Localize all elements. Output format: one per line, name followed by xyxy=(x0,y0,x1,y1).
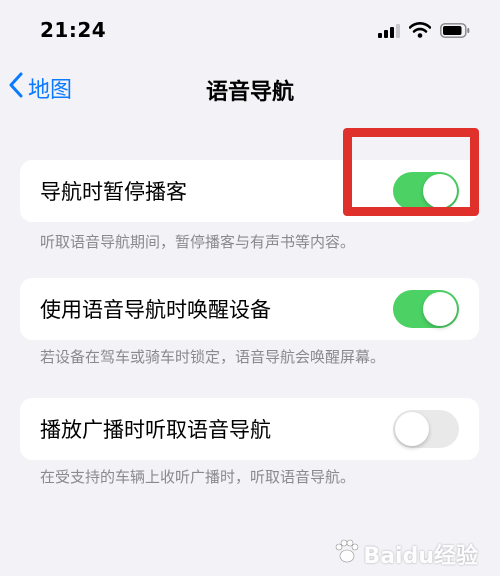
paw-icon xyxy=(333,539,359,569)
setting-label: 导航时暂停播客 xyxy=(40,180,187,204)
setting-label: 使用语音导航时唤醒设备 xyxy=(40,298,271,322)
battery-icon xyxy=(440,22,470,42)
highlight-annotation-box xyxy=(343,128,479,216)
status-bar: 21:24 xyxy=(0,0,500,62)
setting-note: 在受支持的车辆上收听广播时，听取语音导航。 xyxy=(40,468,356,486)
toggle-knob xyxy=(423,292,457,326)
wifi-icon xyxy=(408,22,432,42)
cellular-signal-icon xyxy=(378,23,400,42)
watermark-text: Baidu经验 xyxy=(363,544,478,569)
setting-row-wake-device: 使用语音导航时唤醒设备 xyxy=(20,278,479,340)
wake-device-toggle[interactable] xyxy=(393,290,459,328)
watermark: Baidu经验 xyxy=(333,538,478,570)
status-time: 21:24 xyxy=(40,18,107,42)
setting-row-radio-navigation: 播放广播时听取语音导航 xyxy=(20,398,479,460)
navigation-bar: 地图 语音导航 xyxy=(0,62,500,118)
setting-note: 听取语音导航期间，暂停播客与有声书等内容。 xyxy=(40,233,356,251)
setting-note: 若设备在驾车或骑车时锁定，语音导航会唤醒屏幕。 xyxy=(40,348,386,366)
radio-navigation-toggle[interactable] xyxy=(393,410,459,448)
page-title: 语音导航 xyxy=(205,80,294,105)
setting-label: 播放广播时听取语音导航 xyxy=(40,418,271,442)
status-icons xyxy=(378,22,470,42)
toggle-knob xyxy=(395,412,429,446)
